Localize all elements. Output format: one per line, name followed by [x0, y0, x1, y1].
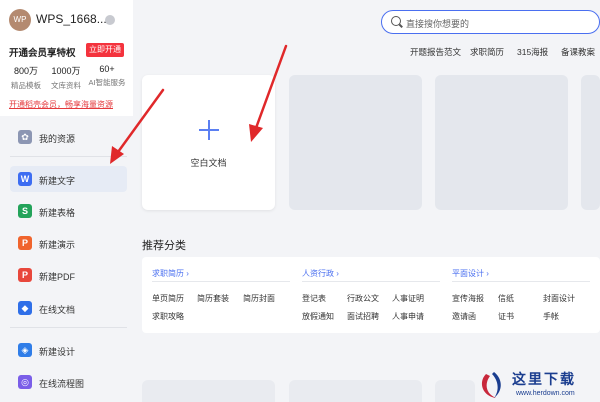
- nav-new-design[interactable]: ◈ 新建设计: [10, 337, 127, 363]
- category-hr-link[interactable]: 人资行政 ›: [302, 268, 339, 279]
- nav-label: 在线流程图: [39, 379, 85, 389]
- recommended-categories-title: 推荐分类: [142, 240, 186, 252]
- nav-new-presentation[interactable]: P 新建演示: [10, 230, 127, 256]
- category-item[interactable]: 简历封面: [243, 293, 275, 304]
- stat-library[interactable]: 1000万 文库资料: [46, 64, 86, 91]
- category-item[interactable]: 信纸: [498, 293, 514, 304]
- category-item[interactable]: 登记表: [302, 293, 326, 304]
- flowchart-icon: ◎: [18, 375, 32, 389]
- stat-label: 文库资料: [51, 81, 81, 90]
- avatar[interactable]: WP: [9, 9, 31, 31]
- divider: [302, 281, 440, 282]
- username[interactable]: WPS_1668...: [36, 12, 107, 26]
- search-input[interactable]: 直接搜你想要的: [406, 17, 469, 30]
- nav-label: 新建PDF: [39, 272, 76, 282]
- divider: [10, 156, 127, 157]
- sheet-icon: S: [18, 204, 32, 218]
- stat-value: 1000万: [51, 66, 81, 76]
- category-item[interactable]: 人事证明: [392, 293, 424, 304]
- category-item[interactable]: 人事申请: [392, 311, 424, 322]
- presentation-icon: P: [18, 236, 32, 250]
- blank-document-label: 空白文档: [190, 158, 227, 168]
- stat-label: AI智能服务: [88, 78, 126, 87]
- hot-link-lesson[interactable]: 备课教案: [561, 46, 595, 58]
- promo-link[interactable]: 开通稻壳会员，畅享海量资源: [9, 99, 113, 110]
- search-box[interactable]: 直接搜你想要的: [381, 10, 600, 34]
- template-card[interactable]: [289, 75, 422, 210]
- member-badge-icon: [105, 15, 115, 25]
- nav-online-flowchart[interactable]: ◎ 在线流程图: [10, 369, 127, 395]
- stat-templates[interactable]: 800万 精品模板: [6, 64, 46, 91]
- divider: [452, 281, 590, 282]
- category-panel: 求职简历 › 单页简历 简历套装 简历封面 求职攻略 人资行政 › 登记表 行政…: [142, 257, 600, 333]
- category-item[interactable]: 面试招聘: [347, 311, 379, 322]
- nav-new-sheet[interactable]: S 新建表格: [10, 198, 127, 224]
- nav-label: 我的资源: [39, 134, 76, 144]
- category-item[interactable]: 证书: [498, 311, 514, 322]
- watermark-title: 这里下载: [512, 372, 576, 388]
- vip-title: 开通会员享特权: [9, 48, 76, 59]
- watermark-url: www.herdown.com: [516, 390, 575, 397]
- template-card[interactable]: [435, 380, 475, 402]
- nav-label: 新建演示: [39, 240, 76, 250]
- stat-ai[interactable]: 60+ AI智能服务: [87, 64, 127, 88]
- online-doc-icon: ◆: [18, 301, 32, 315]
- vip-open-button[interactable]: 立即开通: [86, 43, 124, 57]
- nav-label: 在线文档: [39, 305, 76, 315]
- category-item[interactable]: 手帐: [543, 311, 559, 322]
- hot-link-resume[interactable]: 求职简历: [470, 46, 504, 58]
- category-resume-link[interactable]: 求职简历 ›: [152, 268, 189, 279]
- stat-value: 60+: [99, 64, 115, 74]
- sidebar: WP WPS_1668... 开通会员享特权 立即开通 800万 精品模板 10…: [0, 0, 133, 402]
- template-card[interactable]: [142, 380, 275, 402]
- category-item[interactable]: 封面设计: [543, 293, 575, 304]
- category-item[interactable]: 行政公文: [347, 293, 379, 304]
- word-icon: W: [18, 172, 32, 186]
- divider: [152, 281, 290, 282]
- stat-value: 800万: [13, 66, 39, 76]
- search-icon: [391, 16, 401, 26]
- blank-document-card[interactable]: 空白文档: [142, 75, 275, 210]
- category-graphic-link[interactable]: 平面设计 ›: [452, 268, 489, 279]
- resource-icon: ✿: [18, 130, 32, 144]
- category-item[interactable]: 简历套装: [197, 293, 229, 304]
- nav-my-resources[interactable]: ✿ 我的资源: [10, 124, 127, 150]
- nav-new-document[interactable]: W 新建文字: [10, 166, 127, 192]
- nav-label: 新建文字: [39, 176, 76, 186]
- template-card[interactable]: [289, 380, 422, 402]
- watermark-logo-icon: [481, 372, 501, 398]
- nav-online-doc[interactable]: ◆ 在线文档: [10, 295, 127, 321]
- watermark: 这里下载 www.herdown.com: [476, 368, 600, 402]
- hot-link-thesis[interactable]: 开题报告范文: [410, 46, 461, 58]
- divider: [10, 327, 127, 328]
- nav-label: 新建设计: [39, 347, 76, 357]
- design-icon: ◈: [18, 343, 32, 357]
- hot-link-poster[interactable]: 315海报: [517, 46, 548, 58]
- category-item[interactable]: 邀请函: [452, 311, 476, 322]
- nav-new-pdf[interactable]: P 新建PDF: [10, 262, 127, 288]
- plus-icon: [199, 120, 219, 140]
- nav-label: 新建表格: [39, 208, 76, 218]
- main-content: 直接搜你想要的 开题报告范文 求职简历 315海报 备课教案 空白文档 推荐分类…: [133, 0, 600, 402]
- category-item[interactable]: 放假通知: [302, 311, 334, 322]
- category-item[interactable]: 求职攻略: [152, 311, 184, 322]
- category-item[interactable]: 宣传海报: [452, 293, 484, 304]
- pdf-icon: P: [18, 268, 32, 282]
- stat-label: 精品模板: [11, 81, 41, 90]
- user-card: WP WPS_1668... 开通会员享特权 立即开通 800万 精品模板 10…: [0, 0, 133, 116]
- category-item[interactable]: 单页简历: [152, 293, 184, 304]
- template-card[interactable]: [581, 75, 600, 210]
- template-card[interactable]: [435, 75, 568, 210]
